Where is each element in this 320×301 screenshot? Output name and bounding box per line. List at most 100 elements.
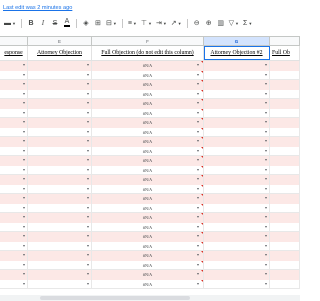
dropdown-chevron-icon[interactable] [87,206,89,209]
table-cell[interactable]: #N/A [92,61,204,71]
table-cell[interactable] [28,80,92,90]
table-cell[interactable] [0,99,28,109]
table-cell[interactable] [204,175,270,185]
dropdown-chevron-icon[interactable] [23,282,25,285]
header-cell[interactable]: Attorney Objection [28,46,92,60]
vertical-align-icon[interactable]: ⊤ ▼ [139,17,154,29]
table-cell[interactable] [0,241,28,251]
table-cell[interactable] [28,165,92,175]
dropdown-chevron-icon[interactable] [23,159,25,161]
table-cell[interactable] [28,146,92,156]
error-marker-icon[interactable] [201,241,203,244]
dropdown-chevron-icon[interactable] [265,235,267,237]
table-cell[interactable] [0,165,28,175]
table-cell[interactable] [0,127,28,137]
dropdown-chevron-icon[interactable] [197,121,199,123]
error-marker-icon[interactable] [201,80,203,82]
table-cell[interactable]: #N/A [92,251,204,261]
table-cell[interactable]: #N/A [92,70,204,80]
dropdown-chevron-icon[interactable] [23,178,25,180]
dropdown-chevron-icon[interactable] [23,235,25,237]
dropdown-chevron-icon[interactable] [23,225,25,228]
dropdown-chevron-icon[interactable] [197,64,199,66]
dropdown-chevron-icon[interactable] [265,64,267,66]
table-cell[interactable] [28,108,92,118]
dropdown-chevron-icon[interactable] [197,178,199,180]
table-cell[interactable] [270,270,300,280]
fill-color-icon[interactable]: ◈ [80,17,92,29]
dropdown-chevron-icon[interactable] [197,244,199,247]
table-cell[interactable] [204,137,270,147]
error-marker-icon[interactable] [201,270,203,272]
horizontal-scrollbar[interactable] [0,295,300,301]
table-cell[interactable] [204,156,270,166]
table-cell[interactable] [0,80,28,90]
dropdown-chevron-icon[interactable] [265,102,267,104]
merge-icon[interactable]: ⊟ ▼ [104,17,119,29]
table-cell[interactable] [204,61,270,71]
dropdown-chevron-icon[interactable] [265,159,267,161]
dropdown-chevron-icon[interactable] [197,92,199,95]
dropdown-chevron-icon[interactable] [265,73,267,76]
dropdown-chevron-icon[interactable] [197,254,199,256]
dropdown-chevron-icon[interactable] [197,216,199,218]
header-cell[interactable]: esponse [0,46,28,60]
horizontal-align-icon[interactable]: ≡ ▼ [126,17,139,29]
dropdown-chevron-icon[interactable] [87,187,89,190]
table-cell[interactable] [28,279,92,289]
dropdown-chevron-icon[interactable] [23,92,25,95]
table-cell[interactable] [270,260,300,270]
dropdown-chevron-icon[interactable] [23,140,25,142]
table-cell[interactable]: #N/A [92,80,204,90]
comment-icon[interactable]: ⊕ [203,17,215,29]
table-cell[interactable] [28,175,92,185]
table-cell[interactable] [204,99,270,109]
table-cell[interactable] [204,279,270,289]
table-cell[interactable] [270,194,300,204]
dropdown-chevron-icon[interactable] [87,216,89,218]
table-cell[interactable] [204,260,270,270]
dropdown-chevron-icon[interactable] [197,197,199,199]
table-cell[interactable] [28,251,92,261]
dropdown-chevron-icon[interactable] [197,73,199,76]
link-icon[interactable]: ⊖ [191,17,203,29]
table-cell[interactable]: #N/A [92,232,204,242]
table-cell[interactable] [270,89,300,99]
table-cell[interactable]: #N/A [92,241,204,251]
dropdown-chevron-icon[interactable] [23,111,25,114]
dropdown-chevron-icon[interactable] [87,168,89,171]
dropdown-chevron-icon[interactable] [197,130,199,133]
dropdown-chevron-icon[interactable] [87,130,89,133]
table-cell[interactable] [270,184,300,194]
table-cell[interactable] [270,108,300,118]
table-cell[interactable] [28,99,92,109]
dropdown-chevron-icon[interactable] [23,130,25,133]
dropdown-chevron-icon[interactable] [197,111,199,114]
dropdown-chevron-icon[interactable] [23,102,25,104]
table-cell[interactable] [270,127,300,137]
dropdown-chevron-icon[interactable] [197,140,199,142]
error-marker-icon[interactable] [201,70,203,73]
dropdown-chevron-icon[interactable] [197,263,199,266]
dropdown-chevron-icon[interactable] [23,273,25,275]
table-cell[interactable] [28,241,92,251]
dropdown-chevron-icon[interactable] [23,64,25,66]
table-cell[interactable] [204,70,270,80]
table-cell[interactable] [0,70,28,80]
functions-icon[interactable]: Σ ▼ [241,17,254,29]
table-cell[interactable]: #N/A [92,89,204,99]
table-cell[interactable] [0,89,28,99]
error-marker-icon[interactable] [201,184,203,187]
dropdown-chevron-icon[interactable] [265,244,267,247]
dropdown-chevron-icon[interactable] [197,235,199,237]
dropdown-chevron-icon[interactable] [197,225,199,228]
error-marker-icon[interactable] [201,165,203,168]
column-letter[interactable]: G [204,37,270,45]
dropdown-chevron-icon[interactable] [23,73,25,76]
table-cell[interactable] [0,279,28,289]
error-marker-icon[interactable] [201,213,203,215]
dropdown-chevron-icon[interactable] [87,159,89,161]
table-cell[interactable] [204,146,270,156]
table-cell[interactable]: #N/A [92,156,204,166]
table-cell[interactable] [0,260,28,270]
